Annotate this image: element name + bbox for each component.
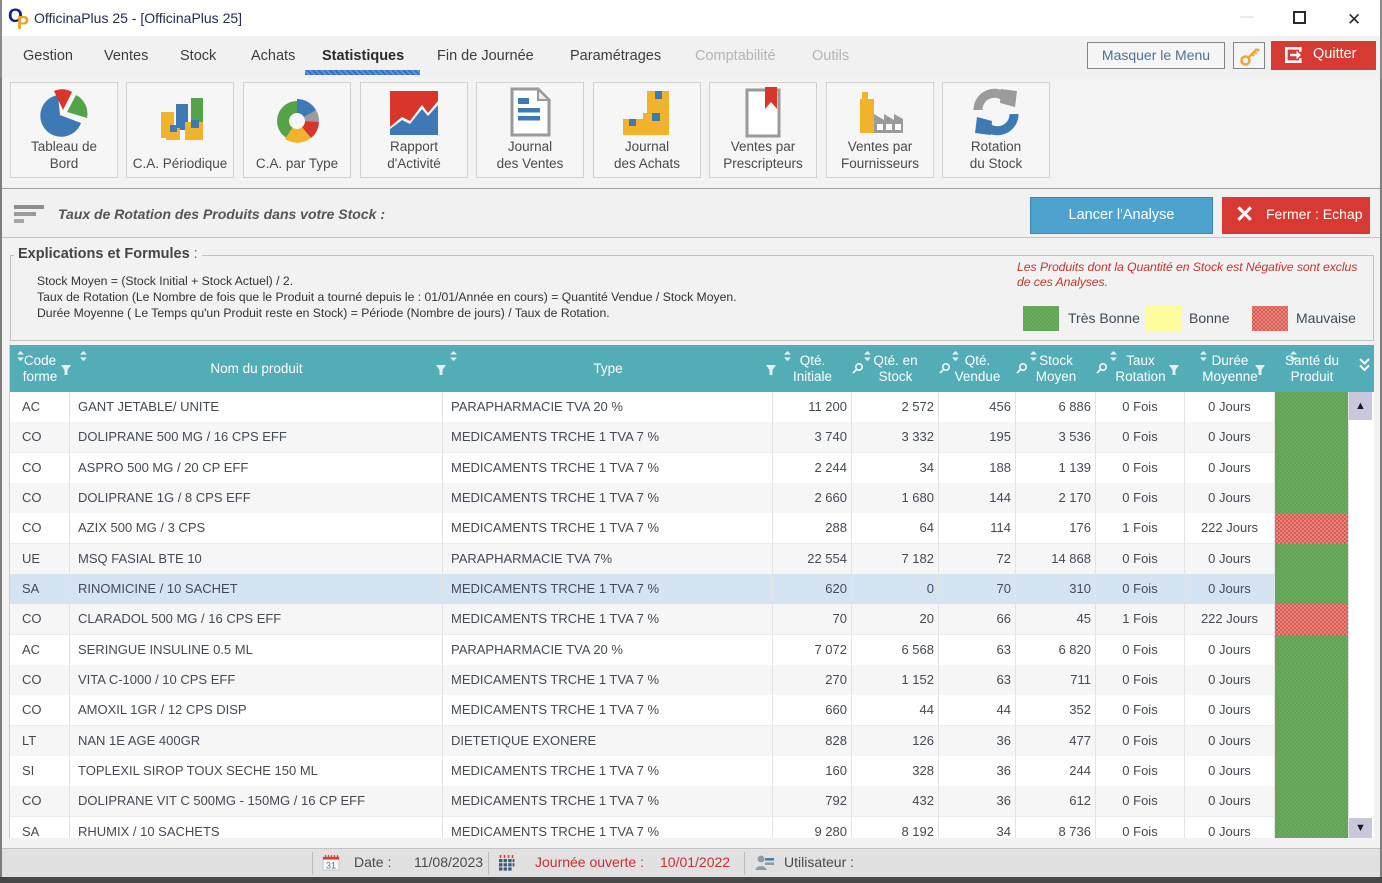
svg-text:31: 31 (326, 861, 336, 871)
